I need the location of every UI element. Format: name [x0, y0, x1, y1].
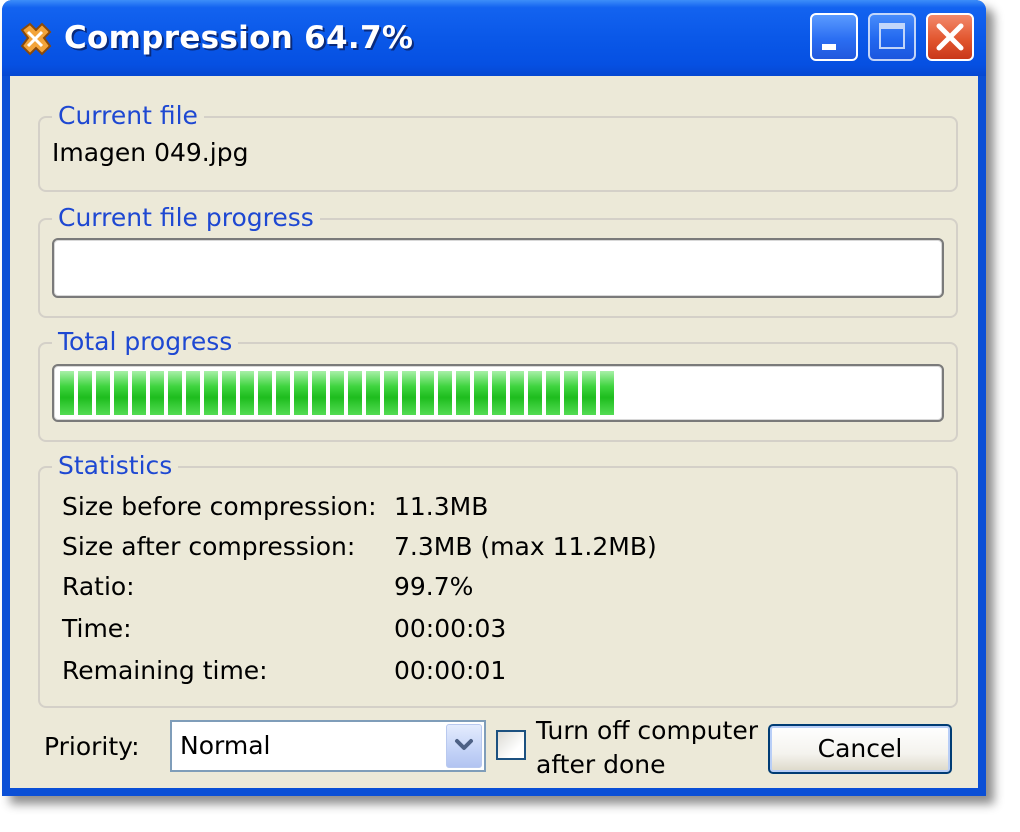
stat-label-remaining-time: Remaining time:	[62, 656, 268, 685]
minimize-icon	[822, 44, 836, 50]
compression-window: Compression 64.7% Current file Imagen 04…	[2, 0, 986, 796]
priority-dropdown-button[interactable]	[446, 724, 482, 768]
maximize-icon	[879, 23, 905, 49]
total-progress-legend: Total progress	[52, 327, 239, 357]
turn-off-computer-label-line1[interactable]: Turn off computer	[536, 716, 758, 746]
total-progress-fill	[60, 371, 614, 415]
current-file-progress-bar	[52, 238, 944, 298]
turn-off-computer-label-line2[interactable]: after done	[536, 750, 665, 780]
stat-value-size-after: 7.3MB (max 11.2MB)	[394, 532, 657, 561]
priority-select-value: Normal	[180, 731, 271, 760]
window-title: Compression 64.7%	[64, 20, 414, 56]
stat-label-time: Time:	[62, 614, 132, 643]
stat-label-size-after: Size after compression:	[62, 532, 356, 561]
priority-label: Priority:	[44, 732, 140, 761]
statistics-legend: Statistics	[52, 451, 179, 481]
compression-app-icon	[20, 22, 52, 56]
stat-value-remaining-time: 00:00:01	[394, 656, 507, 685]
stat-value-ratio: 99.7%	[394, 572, 474, 601]
stat-value-time: 00:00:03	[394, 614, 507, 643]
close-button[interactable]	[926, 13, 974, 61]
current-file-name: Imagen 049.jpg	[52, 138, 249, 167]
stat-label-ratio: Ratio:	[62, 572, 135, 601]
priority-select[interactable]: Normal	[170, 720, 486, 772]
close-icon	[936, 23, 964, 51]
total-progress-bar	[52, 364, 944, 422]
title-bar[interactable]: Compression 64.7%	[2, 0, 986, 76]
current-file-legend: Current file	[52, 101, 204, 131]
stat-label-size-before: Size before compression:	[62, 492, 377, 521]
maximize-button[interactable]	[868, 13, 916, 61]
cancel-button[interactable]: Cancel	[768, 724, 952, 774]
dialog-body: Current file Imagen 049.jpg Current file…	[10, 76, 978, 788]
stat-value-size-before: 11.3MB	[394, 492, 489, 521]
minimize-button[interactable]	[810, 13, 858, 61]
turn-off-computer-checkbox[interactable]	[496, 730, 526, 760]
chevron-down-icon	[455, 739, 473, 750]
current-file-progress-legend: Current file progress	[52, 203, 320, 233]
